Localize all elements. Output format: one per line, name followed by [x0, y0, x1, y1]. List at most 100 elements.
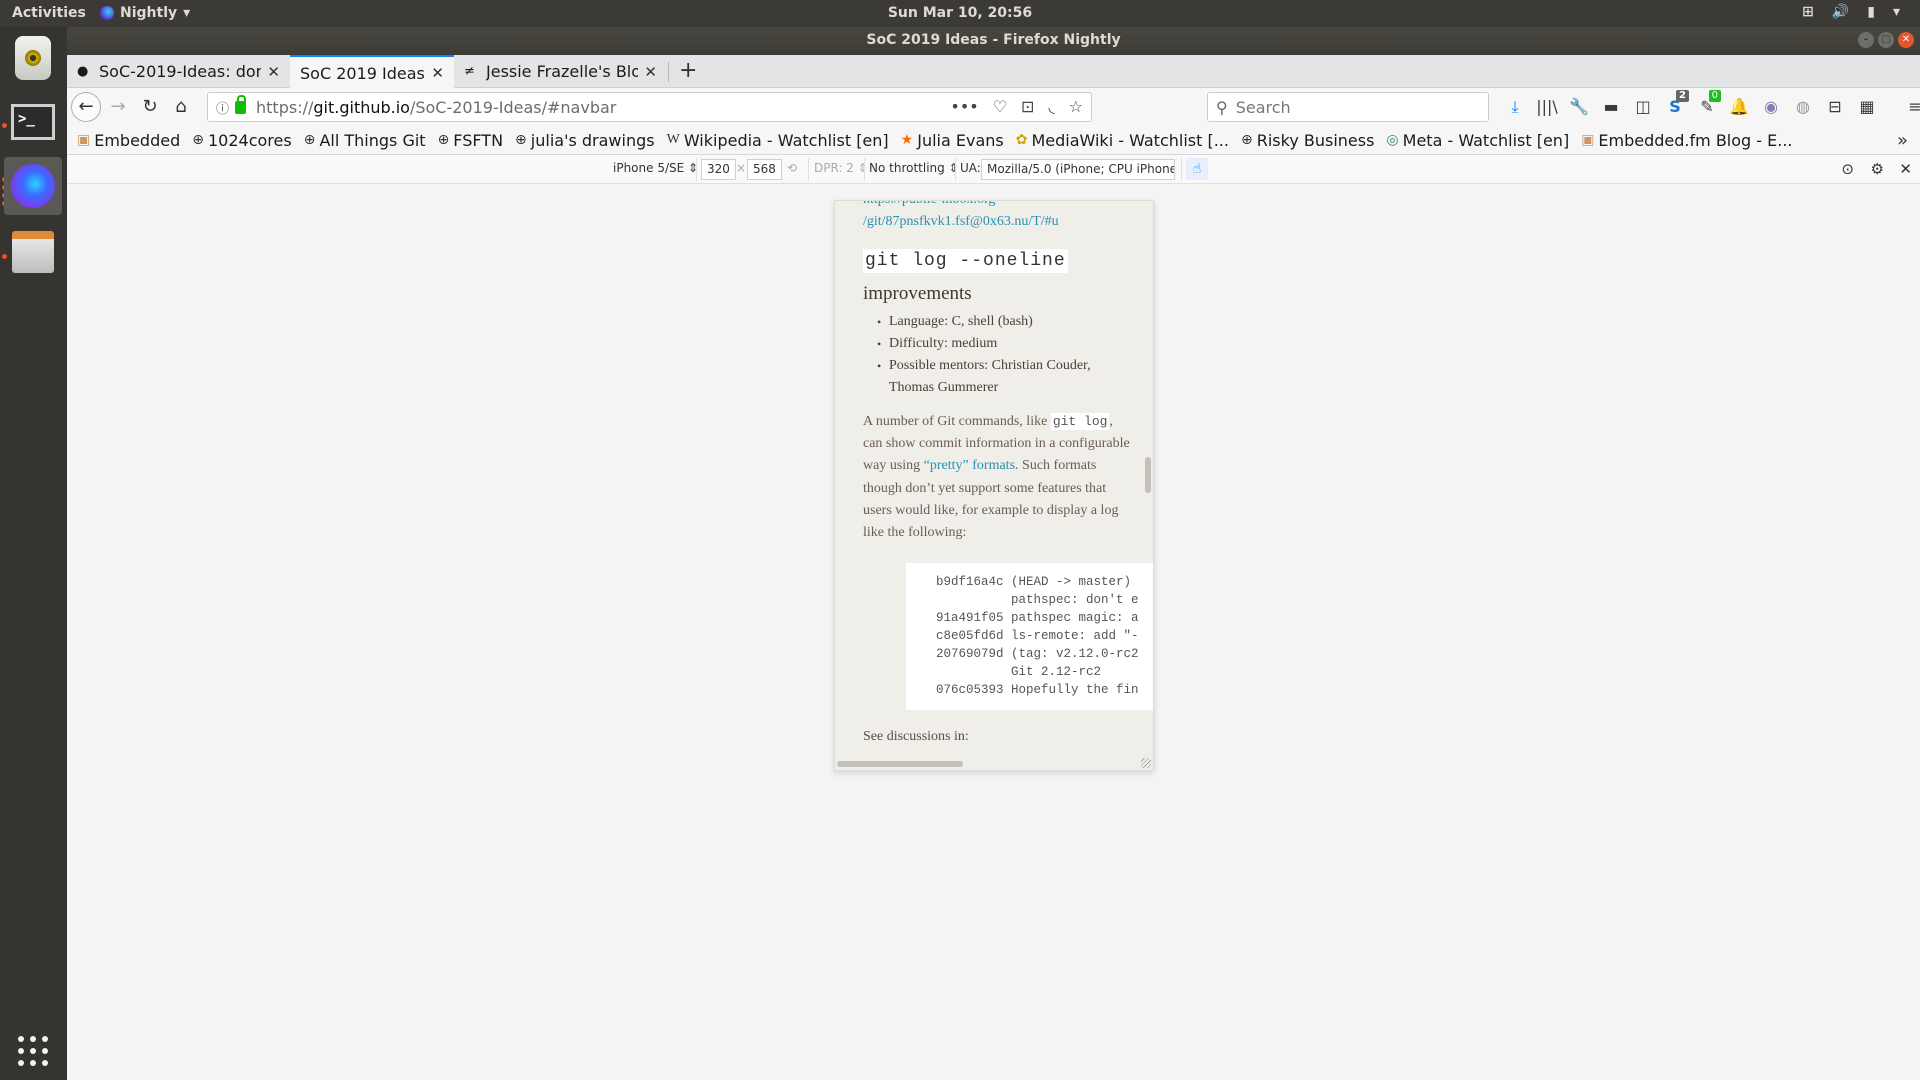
network-icon: ⊞ — [1802, 4, 1814, 20]
dpr-label: DPR: 2 — [814, 161, 854, 175]
dock-app-rhythmbox[interactable] — [4, 29, 62, 87]
hat-icon[interactable]: ▬ — [1595, 94, 1627, 120]
horizontal-scrollbar[interactable] — [837, 761, 963, 767]
grid-dot — [30, 1036, 36, 1042]
reload-button[interactable]: ↻ — [136, 93, 164, 121]
github-icon: ● — [77, 63, 89, 79]
search-placeholder: Search — [1235, 97, 1291, 117]
library-icon[interactable]: |||\ — [1531, 94, 1563, 120]
bookmark-embeddedfm-blog[interactable]: ▣ Embedded.fm Blog - E... — [1581, 131, 1792, 150]
hamburger-menu-icon[interactable]: ≡ — [1899, 94, 1920, 120]
globe-icon: ⊕ — [437, 132, 450, 148]
more-bookmarks-chevron-icon[interactable]: » — [1897, 130, 1908, 151]
badger-extension-icon[interactable]: ✎ 0 — [1691, 90, 1723, 120]
bookmark-risky-business[interactable]: ⊕ Risky Business — [1241, 131, 1374, 150]
dock-app-files[interactable] — [4, 223, 62, 281]
dpr-selector[interactable]: DPR: 2 ⇕ — [814, 161, 868, 175]
log-line: 20769079d (tag: v2.12.0-rc2 — [936, 647, 1139, 661]
bookmark-meta-watchlist[interactable]: ◎ Meta - Watchlist [en] — [1386, 131, 1569, 150]
ua-label: UA: — [960, 161, 981, 175]
rotate-icon[interactable]: ⟲ — [787, 161, 797, 175]
responsive-mode-icon[interactable]: ⊡ — [1021, 97, 1034, 116]
clock[interactable]: Sun Mar 10, 20:56 — [0, 5, 1920, 21]
bookmark-julia-evans[interactable]: ★ Julia Evans — [901, 131, 1004, 150]
section-heading-text: improvements — [863, 283, 972, 304]
bookmark-fsftn[interactable]: ⊕ FSFTN — [438, 131, 503, 150]
vertical-scrollbar[interactable] — [1145, 457, 1151, 493]
grid-dot — [18, 1060, 24, 1066]
notification-bell-icon[interactable]: 🔔 — [1723, 94, 1755, 120]
minimize-button[interactable]: – — [1858, 32, 1874, 48]
bookmark-julias-drawings[interactable]: ⊕ julia's drawings — [515, 131, 655, 150]
info-icon[interactable]: ⓘ — [216, 98, 229, 117]
viewport-resize-handle[interactable] — [1141, 758, 1151, 768]
stylus-extension-icon[interactable]: S2 — [1659, 90, 1691, 120]
tab-soc-2019-ideas[interactable]: SoC 2019 Ideas ✕ — [290, 55, 454, 89]
embedded-icon: ▣ — [77, 132, 91, 148]
bookmark-1024cores[interactable]: ⊕ 1024cores — [192, 131, 291, 150]
settings-gear-icon[interactable]: ⚙ — [1871, 160, 1884, 178]
close-tab-icon[interactable]: ✕ — [431, 64, 444, 82]
user-agent-input[interactable]: Mozilla/5.0 (iPhone; CPU iPhone OS 10_3_… — [981, 159, 1175, 180]
device-viewport[interactable]: https://public-inbox.org /git/87pnsfkvk1… — [834, 200, 1154, 771]
rss-icon[interactable]: ◟ — [1048, 97, 1054, 116]
bookmark-wikipedia-watchlist[interactable]: W Wikipedia - Watchlist [en] — [667, 131, 889, 150]
globe-icon: ⊕ — [515, 132, 527, 148]
home-button[interactable]: ⌂ — [167, 93, 195, 121]
viewport-height-input[interactable]: 568 — [747, 159, 782, 180]
divider — [1181, 158, 1182, 181]
text: A number of Git commands, like — [863, 414, 1051, 429]
device-selector[interactable]: iPhone 5/SE ⇕ — [613, 161, 698, 175]
discussion-link[interactable]: https://public-inbox.org /git/87pnsfkvk1… — [863, 201, 1133, 233]
see-discussions-text: See discussions in: — [863, 729, 969, 744]
screenshot-extension-icon[interactable]: ⊟ — [1819, 94, 1851, 120]
bookmark-label: Meta - Watchlist [en] — [1402, 130, 1570, 150]
throttling-label: No throttling — [869, 161, 945, 175]
show-applications-button[interactable] — [18, 1036, 48, 1066]
maximize-button[interactable]: □ — [1878, 32, 1894, 48]
git-log-example: b9df16a4c (HEAD -> master) pathspec: don… — [906, 563, 1153, 710]
close-tab-icon[interactable]: ✕ — [644, 63, 657, 81]
downloads-icon[interactable]: ⤓ — [1499, 94, 1531, 120]
system-tray[interactable]: ⊞ 🔊 ▮ ▾ — [1802, 4, 1900, 20]
grid-dot — [30, 1048, 36, 1054]
screenshot-icon[interactable]: ⊙ — [1841, 160, 1854, 178]
bookmark-embedded[interactable]: ▣ Embedded — [77, 131, 180, 150]
throttling-selector[interactable]: No throttling ⇕ — [869, 161, 959, 175]
dock-app-terminal[interactable]: >_ — [4, 93, 62, 151]
add-widget-icon[interactable]: ▦ — [1851, 94, 1883, 120]
developer-wrench-icon[interactable]: 🔧 — [1563, 94, 1595, 120]
dock-app-firefox-nightly[interactable] — [4, 157, 62, 215]
url-scheme: https:// — [256, 97, 314, 117]
bookmark-label: Embedded.fm Blog - E... — [1598, 130, 1793, 150]
new-tab-button[interactable]: + — [679, 58, 697, 83]
pretty-formats-link[interactable]: “pretty” formats — [924, 458, 1015, 473]
tab-separator — [668, 62, 669, 82]
tab-soc-2019-ideas-github[interactable]: ● SoC-2019-Ideas: don't ✕ — [67, 55, 290, 88]
bookmark-mediawiki-watchlist[interactable]: ✿ MediaWiki - Watchlist [... — [1016, 131, 1229, 150]
close-tab-icon[interactable]: ✕ — [267, 63, 280, 81]
close-window-button[interactable]: ✕ — [1898, 32, 1914, 48]
search-bar[interactable]: ⚲ Search — [1207, 92, 1489, 122]
bookmark-all-things-git[interactable]: ⊕ All Things Git — [304, 131, 426, 150]
tab-jessie-frazelle-blog[interactable]: ≠ Jessie Frazelle's Blog ✕ — [454, 55, 667, 88]
meta-icon: ◎ — [1386, 132, 1399, 148]
touch-simulation-icon[interactable]: ☝ — [1186, 158, 1208, 180]
cat-extension-icon[interactable]: ◉ — [1755, 94, 1787, 120]
divider — [864, 158, 865, 181]
log-line: 91a491f05 pathspec magic: a — [936, 611, 1139, 625]
back-button[interactable]: ← — [71, 92, 101, 122]
viewport-width-input[interactable]: 320 — [701, 159, 736, 180]
search-icon: ⚲ — [1216, 97, 1228, 117]
sidebar-icon[interactable]: ◫ — [1627, 94, 1659, 120]
close-rdm-icon[interactable]: ✕ — [1899, 160, 1912, 178]
pocket-icon[interactable]: ♡ — [993, 97, 1007, 116]
list-item: Difficulty: medium — [877, 333, 1133, 355]
forward-button[interactable]: → — [104, 93, 132, 121]
page-actions-icon[interactable]: ••• — [950, 97, 978, 116]
url-bar[interactable]: ⓘ https://git.github.io/SoC-2019-Ideas/#… — [207, 92, 1092, 122]
grid-dot — [42, 1048, 48, 1054]
disabled-extension-icon[interactable]: ◍ — [1787, 94, 1819, 120]
bookmark-star-icon[interactable]: ☆ — [1069, 97, 1083, 116]
globe-icon: ⊕ — [1240, 132, 1253, 148]
